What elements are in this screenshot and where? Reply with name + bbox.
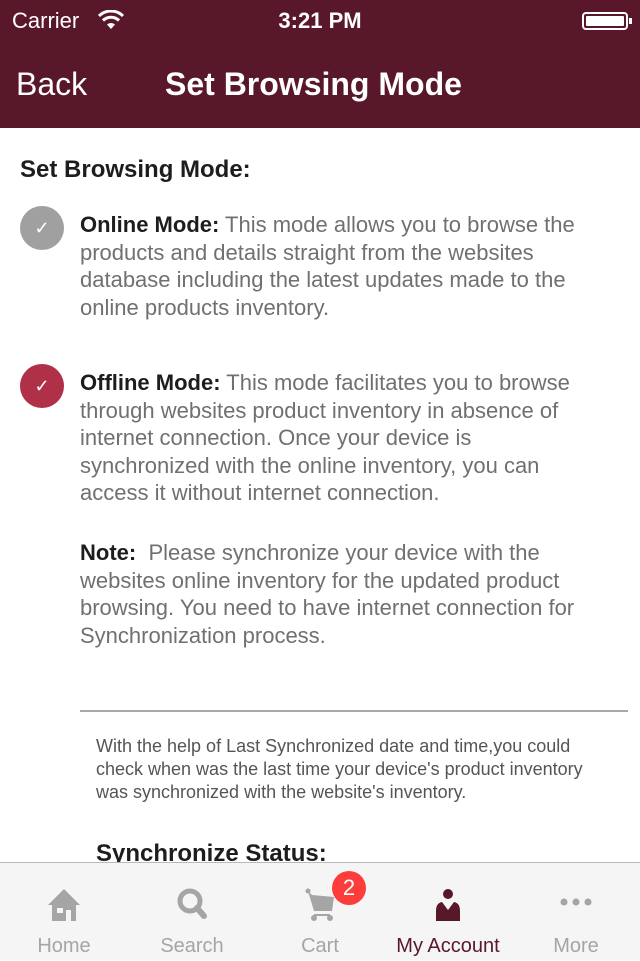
- status-bar: Carrier 3:21 PM: [0, 0, 640, 40]
- sync-info-text: With the help of Last Synchronized date …: [96, 736, 583, 802]
- tab-bar: Home Search 2 Cart My Account More: [0, 862, 640, 960]
- tab-cart[interactable]: 2 Cart: [256, 863, 384, 961]
- tab-search[interactable]: Search: [128, 863, 256, 961]
- home-icon: [48, 889, 80, 921]
- tab-more[interactable]: More: [512, 863, 640, 961]
- navigation-bar: Back Set Browsing Mode: [0, 40, 640, 128]
- cart-badge: 2: [332, 871, 366, 905]
- note-label: Note:: [80, 540, 137, 565]
- note: Note: Please synchronize your device wit…: [80, 539, 610, 649]
- battery-icon: [582, 12, 632, 30]
- tab-my-account[interactable]: My Account: [384, 863, 512, 961]
- tab-label: Home: [37, 935, 91, 957]
- online-mode-radio[interactable]: ✓: [20, 206, 64, 250]
- tab-label: More: [553, 935, 599, 957]
- sync-status-label: Synchronize Status:: [96, 840, 327, 862]
- tab-label: Search: [160, 935, 224, 957]
- online-mode-label: Online Mode:: [80, 212, 220, 237]
- offline-mode-label: Offline Mode:: [80, 370, 221, 395]
- section-heading: Set Browsing Mode:: [20, 156, 251, 183]
- more-icon: [560, 898, 592, 906]
- content-scroll[interactable]: Set Browsing Mode: ✓ Online Mode: This m…: [0, 128, 640, 862]
- offline-mode-radio[interactable]: ✓: [20, 364, 64, 408]
- online-mode-option[interactable]: Online Mode: This mode allows you to bro…: [80, 211, 625, 321]
- offline-mode-option[interactable]: Offline Mode: This mode facilitates you …: [80, 369, 570, 507]
- tab-home[interactable]: Home: [0, 863, 128, 961]
- divider: [80, 710, 628, 712]
- check-icon: ✓: [34, 376, 50, 396]
- check-icon: ✓: [34, 218, 50, 238]
- person-icon: [436, 889, 460, 921]
- search-icon: [177, 888, 207, 919]
- tab-label: Cart: [301, 935, 339, 957]
- clock: 3:21 PM: [278, 8, 362, 33]
- tab-label: My Account: [396, 935, 500, 957]
- note-text: Please synchronize your device with the …: [80, 540, 575, 648]
- back-button[interactable]: Back: [16, 66, 87, 103]
- page-title: Set Browsing Mode: [165, 66, 462, 102]
